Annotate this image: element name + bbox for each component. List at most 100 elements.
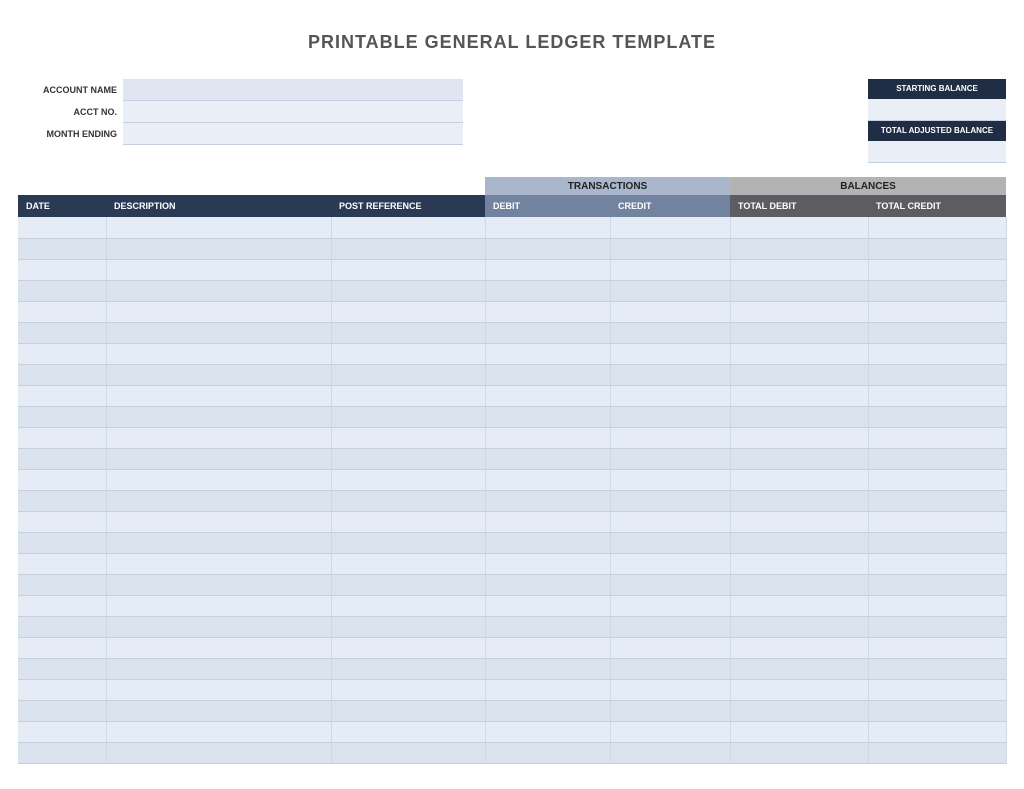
cell-date[interactable]	[18, 259, 106, 280]
cell-post_reference[interactable]	[331, 742, 485, 763]
cell-date[interactable]	[18, 637, 106, 658]
cell-total_debit[interactable]	[730, 574, 868, 595]
cell-description[interactable]	[106, 364, 331, 385]
cell-debit[interactable]	[485, 385, 610, 406]
cell-debit[interactable]	[485, 469, 610, 490]
cell-total_credit[interactable]	[868, 238, 1006, 259]
cell-credit[interactable]	[610, 280, 730, 301]
cell-post_reference[interactable]	[331, 469, 485, 490]
cell-credit[interactable]	[610, 406, 730, 427]
cell-debit[interactable]	[485, 616, 610, 637]
cell-debit[interactable]	[485, 280, 610, 301]
cell-post_reference[interactable]	[331, 322, 485, 343]
cell-total_debit[interactable]	[730, 364, 868, 385]
cell-total_debit[interactable]	[730, 679, 868, 700]
cell-credit[interactable]	[610, 658, 730, 679]
cell-post_reference[interactable]	[331, 238, 485, 259]
cell-total_debit[interactable]	[730, 742, 868, 763]
cell-total_credit[interactable]	[868, 343, 1006, 364]
starting-balance-field[interactable]	[868, 99, 1006, 121]
cell-total_debit[interactable]	[730, 553, 868, 574]
account-no-field[interactable]	[123, 101, 463, 123]
cell-description[interactable]	[106, 553, 331, 574]
cell-total_credit[interactable]	[868, 595, 1006, 616]
cell-credit[interactable]	[610, 217, 730, 238]
cell-debit[interactable]	[485, 259, 610, 280]
cell-total_debit[interactable]	[730, 406, 868, 427]
cell-post_reference[interactable]	[331, 532, 485, 553]
cell-description[interactable]	[106, 238, 331, 259]
cell-description[interactable]	[106, 679, 331, 700]
cell-total_credit[interactable]	[868, 259, 1006, 280]
cell-debit[interactable]	[485, 343, 610, 364]
cell-total_credit[interactable]	[868, 217, 1006, 238]
cell-credit[interactable]	[610, 553, 730, 574]
cell-description[interactable]	[106, 658, 331, 679]
cell-post_reference[interactable]	[331, 595, 485, 616]
cell-total_credit[interactable]	[868, 721, 1006, 742]
cell-date[interactable]	[18, 238, 106, 259]
cell-total_debit[interactable]	[730, 616, 868, 637]
cell-debit[interactable]	[485, 700, 610, 721]
cell-post_reference[interactable]	[331, 490, 485, 511]
cell-description[interactable]	[106, 448, 331, 469]
cell-total_credit[interactable]	[868, 616, 1006, 637]
cell-post_reference[interactable]	[331, 616, 485, 637]
cell-date[interactable]	[18, 700, 106, 721]
cell-total_debit[interactable]	[730, 385, 868, 406]
cell-total_credit[interactable]	[868, 574, 1006, 595]
adjusted-balance-field[interactable]	[868, 141, 1006, 163]
cell-total_credit[interactable]	[868, 301, 1006, 322]
cell-post_reference[interactable]	[331, 637, 485, 658]
cell-credit[interactable]	[610, 616, 730, 637]
cell-post_reference[interactable]	[331, 700, 485, 721]
cell-description[interactable]	[106, 616, 331, 637]
cell-total_credit[interactable]	[868, 427, 1006, 448]
cell-total_debit[interactable]	[730, 322, 868, 343]
cell-total_credit[interactable]	[868, 532, 1006, 553]
cell-debit[interactable]	[485, 742, 610, 763]
cell-post_reference[interactable]	[331, 553, 485, 574]
cell-post_reference[interactable]	[331, 406, 485, 427]
cell-description[interactable]	[106, 637, 331, 658]
cell-description[interactable]	[106, 385, 331, 406]
cell-total_credit[interactable]	[868, 553, 1006, 574]
cell-total_debit[interactable]	[730, 259, 868, 280]
cell-description[interactable]	[106, 721, 331, 742]
cell-total_debit[interactable]	[730, 238, 868, 259]
cell-total_credit[interactable]	[868, 742, 1006, 763]
cell-post_reference[interactable]	[331, 679, 485, 700]
cell-post_reference[interactable]	[331, 427, 485, 448]
cell-total_debit[interactable]	[730, 280, 868, 301]
cell-debit[interactable]	[485, 490, 610, 511]
cell-date[interactable]	[18, 595, 106, 616]
cell-credit[interactable]	[610, 385, 730, 406]
cell-total_debit[interactable]	[730, 217, 868, 238]
cell-date[interactable]	[18, 574, 106, 595]
cell-date[interactable]	[18, 364, 106, 385]
cell-credit[interactable]	[610, 427, 730, 448]
cell-total_credit[interactable]	[868, 490, 1006, 511]
cell-total_credit[interactable]	[868, 322, 1006, 343]
cell-debit[interactable]	[485, 553, 610, 574]
cell-description[interactable]	[106, 217, 331, 238]
cell-credit[interactable]	[610, 574, 730, 595]
cell-total_credit[interactable]	[868, 385, 1006, 406]
cell-debit[interactable]	[485, 448, 610, 469]
cell-debit[interactable]	[485, 238, 610, 259]
cell-credit[interactable]	[610, 490, 730, 511]
cell-total_debit[interactable]	[730, 427, 868, 448]
cell-description[interactable]	[106, 259, 331, 280]
cell-date[interactable]	[18, 280, 106, 301]
cell-credit[interactable]	[610, 301, 730, 322]
cell-description[interactable]	[106, 301, 331, 322]
cell-date[interactable]	[18, 427, 106, 448]
cell-total_debit[interactable]	[730, 721, 868, 742]
cell-total_credit[interactable]	[868, 511, 1006, 532]
cell-debit[interactable]	[485, 574, 610, 595]
cell-credit[interactable]	[610, 700, 730, 721]
cell-total_debit[interactable]	[730, 637, 868, 658]
cell-date[interactable]	[18, 532, 106, 553]
cell-credit[interactable]	[610, 448, 730, 469]
cell-credit[interactable]	[610, 532, 730, 553]
